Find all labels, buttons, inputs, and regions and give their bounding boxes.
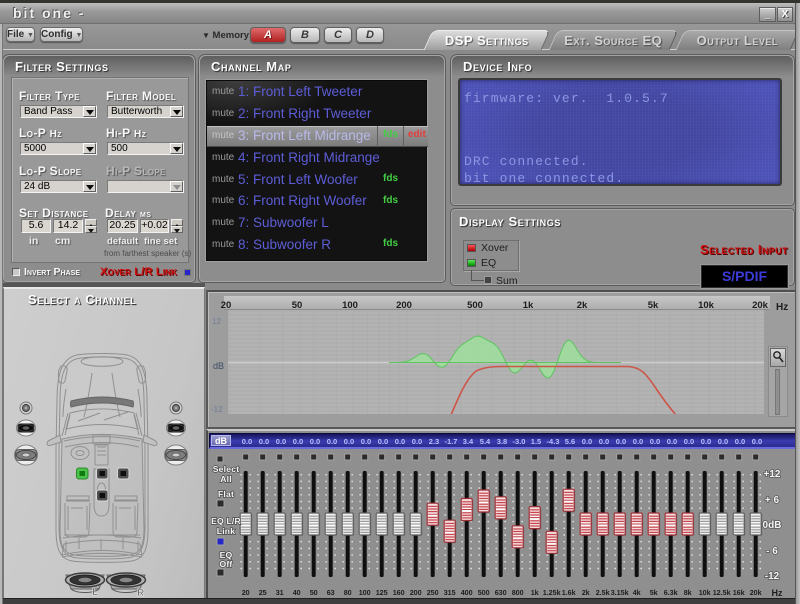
svg-text:20: 20 [242, 588, 250, 597]
svg-text:20k: 20k [750, 588, 762, 597]
svg-text:1.25k: 1.25k [543, 588, 561, 597]
svg-text:1.6k: 1.6k [562, 588, 576, 597]
svg-text:4k: 4k [633, 588, 641, 597]
svg-text:31: 31 [276, 588, 284, 597]
svg-text:EQ L/R: EQ L/R [211, 516, 241, 526]
svg-text:+12: +12 [764, 469, 781, 480]
svg-text:630: 630 [495, 588, 507, 597]
svg-text:400: 400 [461, 588, 473, 597]
svg-text:0dB: 0dB [763, 520, 782, 531]
svg-text:5k: 5k [650, 588, 658, 597]
svg-text:Flat: Flat [218, 489, 234, 499]
svg-text:63: 63 [327, 588, 335, 597]
svg-text:160: 160 [393, 588, 405, 597]
svg-text:500: 500 [478, 588, 490, 597]
svg-text:Link: Link [217, 526, 235, 536]
svg-text:+ 6: + 6 [765, 495, 780, 506]
svg-text:250: 250 [427, 588, 439, 597]
svg-text:315: 315 [444, 588, 456, 597]
svg-text:8k: 8k [684, 588, 692, 597]
svg-text:-12: -12 [765, 571, 780, 582]
svg-text:1k: 1k [531, 588, 539, 597]
svg-text:Select: Select [213, 464, 240, 474]
svg-text:125: 125 [376, 588, 388, 597]
svg-text:12.5k: 12.5k [713, 588, 731, 597]
svg-text:Off: Off [219, 559, 232, 569]
svg-text:- 6: - 6 [766, 546, 778, 557]
svg-text:200: 200 [410, 588, 422, 597]
svg-text:All: All [220, 474, 232, 484]
svg-text:3.15k: 3.15k [611, 588, 629, 597]
svg-text:40: 40 [293, 588, 301, 597]
svg-text:25: 25 [259, 588, 267, 597]
svg-text:2.5k: 2.5k [596, 588, 610, 597]
svg-text:80: 80 [344, 588, 352, 597]
svg-text:6.3k: 6.3k [664, 588, 678, 597]
svg-text:2k: 2k [582, 588, 590, 597]
svg-text:800: 800 [512, 588, 524, 597]
svg-text:L: L [92, 587, 98, 598]
svg-text:16k: 16k [733, 588, 745, 597]
svg-text:Hz: Hz [772, 588, 783, 598]
svg-text:10k: 10k [699, 588, 711, 597]
svg-text:50: 50 [310, 588, 318, 597]
svg-text:100: 100 [359, 588, 371, 597]
